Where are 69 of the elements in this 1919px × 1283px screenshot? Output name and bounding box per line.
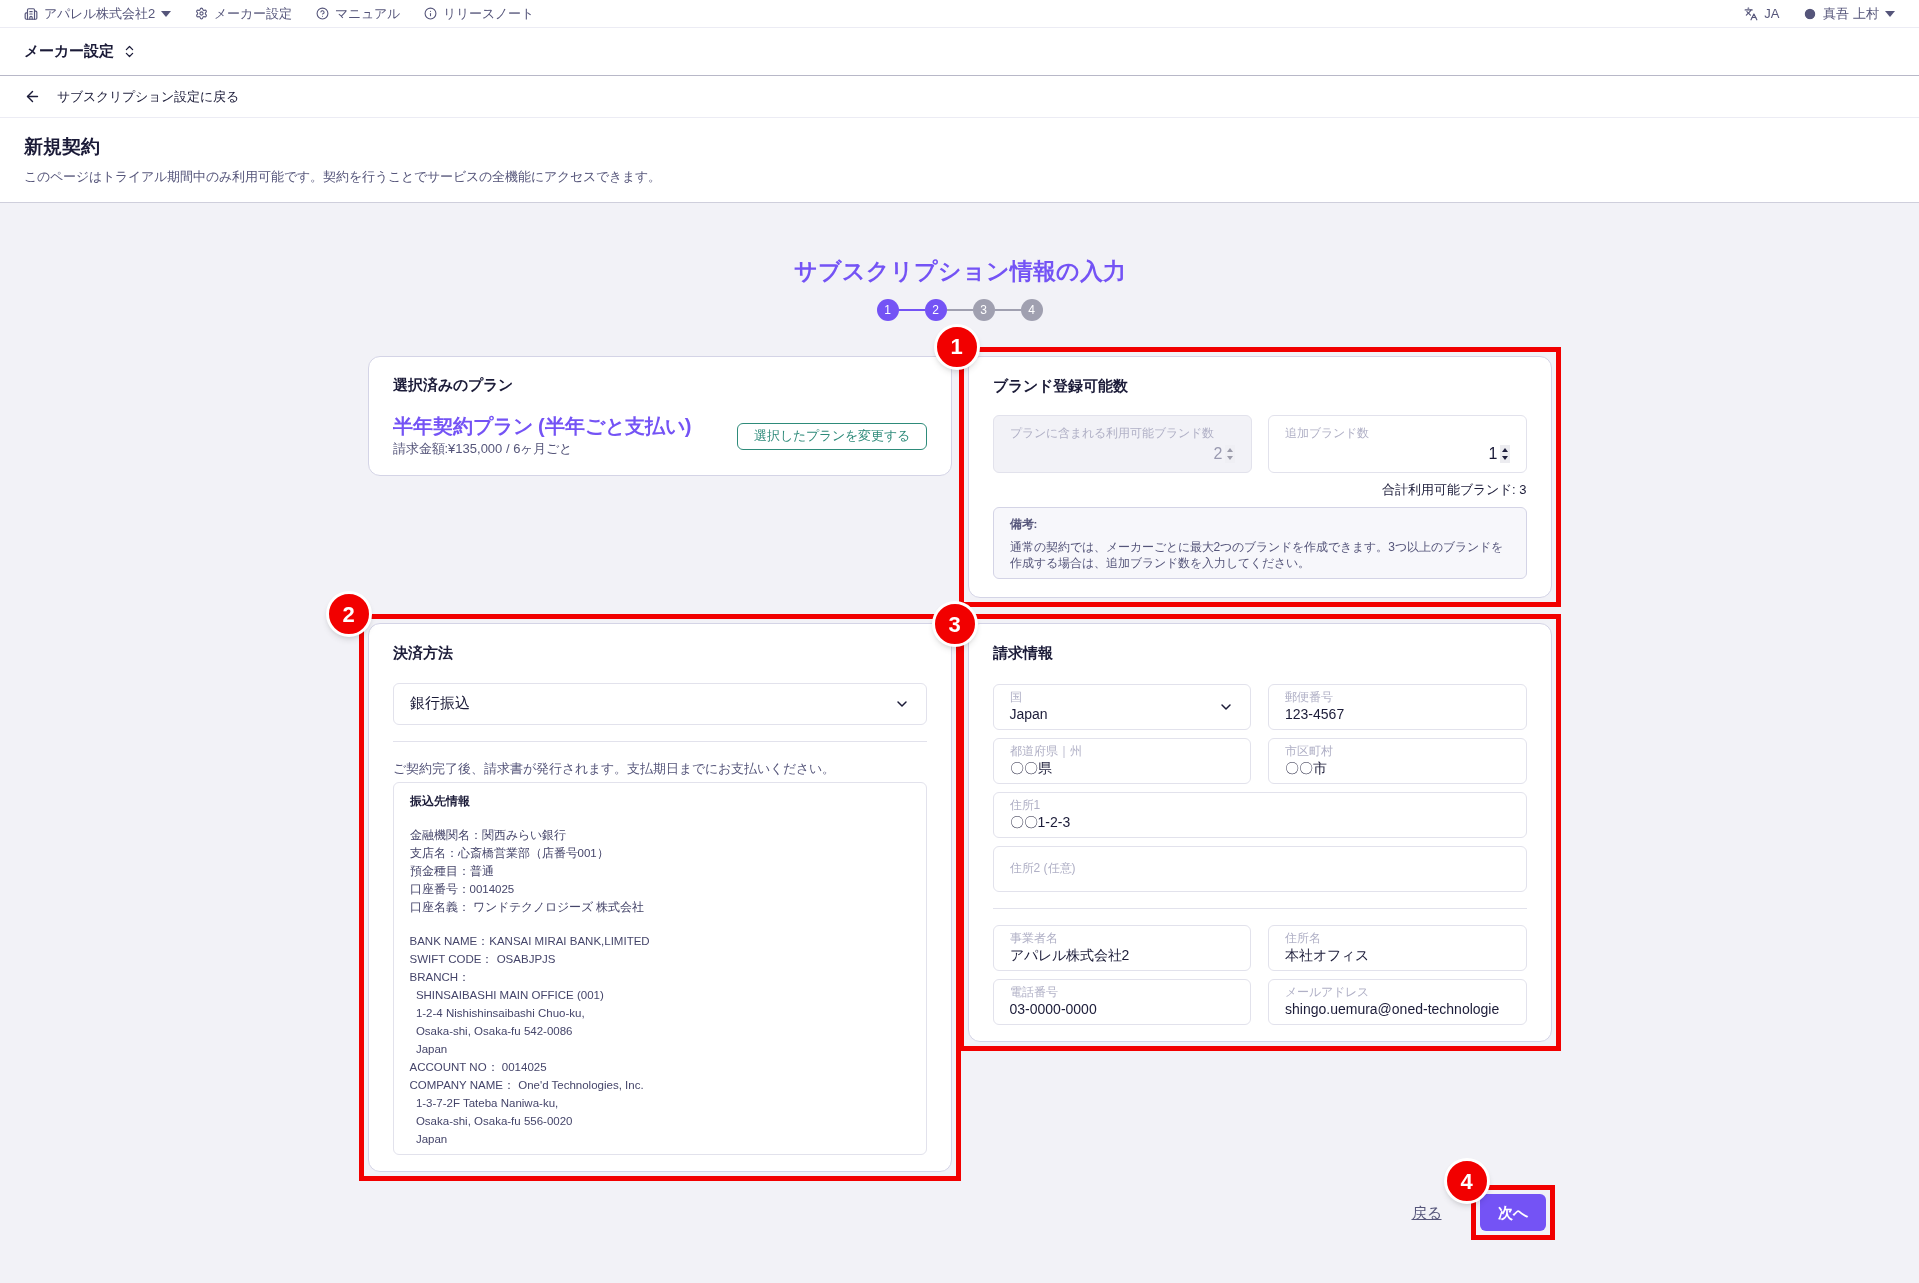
arrow-left-icon	[24, 88, 41, 105]
text-field[interactable]: 郵便番号 123-4567	[1268, 683, 1527, 730]
bank-info-line: Osaka-shi, Osaka-fu 542-0086	[414, 1024, 574, 1040]
back-link[interactable]: 戻る	[1411, 1201, 1442, 1224]
bank-info-line: BRANCH：	[409, 970, 472, 986]
bank-info-line: BANK NAME：KANSAI MIRAI BANK,LIMITED	[409, 934, 651, 950]
total-brands: 合計利用可能ブランド: 3	[1381, 481, 1527, 500]
text-field[interactable]: 都道府県｜州 〇〇県	[992, 737, 1251, 784]
text-field[interactable]: 住所1 〇〇1-2-3	[992, 791, 1527, 838]
translate-icon	[1744, 6, 1759, 21]
step-indicator: 2	[924, 298, 947, 321]
bank-info-line: Japan	[414, 1042, 449, 1058]
bank-info-line: 1-3-7-2F Tateba Naniwa-ku,	[414, 1096, 560, 1112]
help-icon	[316, 7, 330, 20]
building-icon	[24, 6, 38, 21]
page-description: このページはトライアル期間中のみ利用可能です。契約を行うことでサービスの全機能にアクセスできます。	[24, 169, 662, 186]
bank-info-line: Osaka-shi, Osaka-fu 556-0020	[414, 1114, 574, 1130]
caret-icon	[1885, 10, 1895, 17]
annotation-badge: 1	[933, 323, 980, 370]
step-indicator: 4	[1020, 298, 1043, 321]
bank-info-line: 口座番号：0014025	[409, 882, 516, 898]
bank-info-line: 1-2-4 Nishishinsaibashi Chuo-ku,	[414, 1006, 586, 1022]
bank-info-line: 支店名：心斎橋営業部（店番号001）	[409, 846, 610, 862]
bank-info-line: 金融機関名：関西みらい銀行	[409, 828, 567, 844]
note-text: 通常の契約では、メーカーごとに最大2つのブランドを作成できます。3つ以上のブランドを作成する場合は、追加ブランド数を入力してください。	[1009, 539, 1504, 571]
text-field[interactable]: 電話番号 03-0000-0000	[992, 978, 1251, 1025]
bank-info-line: SHINSAIBASHI MAIN OFFICE (001)	[414, 988, 605, 1004]
bank-info-line: 口座名義： ワンドテクノロジーズ 株式会社	[409, 900, 645, 916]
step-indicator: 1	[876, 298, 899, 321]
annotation-badge: 4	[1443, 1158, 1490, 1205]
user-menu[interactable]: 真吾 上村	[1803, 3, 1895, 24]
language-switcher[interactable]: JA	[1744, 3, 1780, 24]
plan-name: 半年契約プラン (半年ごと支払い)	[392, 414, 692, 440]
settings-icon	[195, 7, 209, 20]
step-indicator: 3	[972, 298, 995, 321]
wizard-title: サブスクリプション情報の入力	[792, 256, 1127, 286]
spinner-icon[interactable]	[1499, 445, 1510, 464]
company-switcher[interactable]: アパレル株式会社2	[24, 3, 172, 24]
card-heading: 選択済みのプラン	[392, 374, 514, 395]
text-field[interactable]: 事業者名 アパレル株式会社2	[992, 924, 1251, 971]
nav-link[interactable]: メーカー設定	[195, 3, 293, 24]
bank-info-line: COMPANY NAME： One'd Technologies, Inc.	[409, 1078, 645, 1094]
payment-message: ご契約完了後、請求書が発行されます。支払期日までにお支払いください。	[392, 759, 836, 778]
note-title: 備考:	[1009, 516, 1039, 532]
card-heading: ブランド登録可能数	[992, 375, 1129, 396]
plan-price: 請求金額:¥135,000 / 6ヶ月ごと	[392, 440, 574, 459]
change-plan-button[interactable]: 選択したプランを変更する	[736, 422, 927, 450]
back-link[interactable]: サブスクリプション設定に戻る	[24, 86, 239, 107]
section-switcher[interactable]: メーカー設定	[24, 40, 137, 63]
payment-method-select[interactable]: 銀行振込	[392, 682, 927, 725]
bank-info-line: SWIFT CODE： OSABJPJS	[409, 952, 557, 968]
bank-info-line: Japan	[414, 1132, 449, 1148]
country-select[interactable]: 国 Japan	[992, 683, 1251, 730]
text-field[interactable]: 住所名 本社オフィス	[1268, 924, 1527, 971]
number-field[interactable]: 追加ブランド数 1	[1267, 415, 1527, 474]
nav-link[interactable]: リリースノート	[424, 3, 535, 24]
info-icon	[424, 7, 438, 20]
card-heading: 請求情報	[992, 643, 1054, 663]
page-title: 新規契約	[24, 135, 101, 159]
bank-info-line: ACCOUNT NO： 0014025	[409, 1060, 548, 1076]
text-field[interactable]: 市区町村 〇〇市	[1268, 737, 1527, 784]
bank-info-title: 振込先情報	[409, 794, 471, 809]
bank-info-line: 預金種目：普通	[409, 864, 495, 880]
annotation-badge: 2	[325, 591, 372, 637]
next-button[interactable]: 次へ	[1479, 1194, 1546, 1232]
card-heading: 決済方法	[392, 643, 454, 663]
nav-link[interactable]: マニュアル	[316, 3, 401, 24]
caret-icon	[161, 10, 172, 17]
text-field[interactable]: メールアドレス shingo.uemura@oned-technologie	[1268, 978, 1527, 1025]
